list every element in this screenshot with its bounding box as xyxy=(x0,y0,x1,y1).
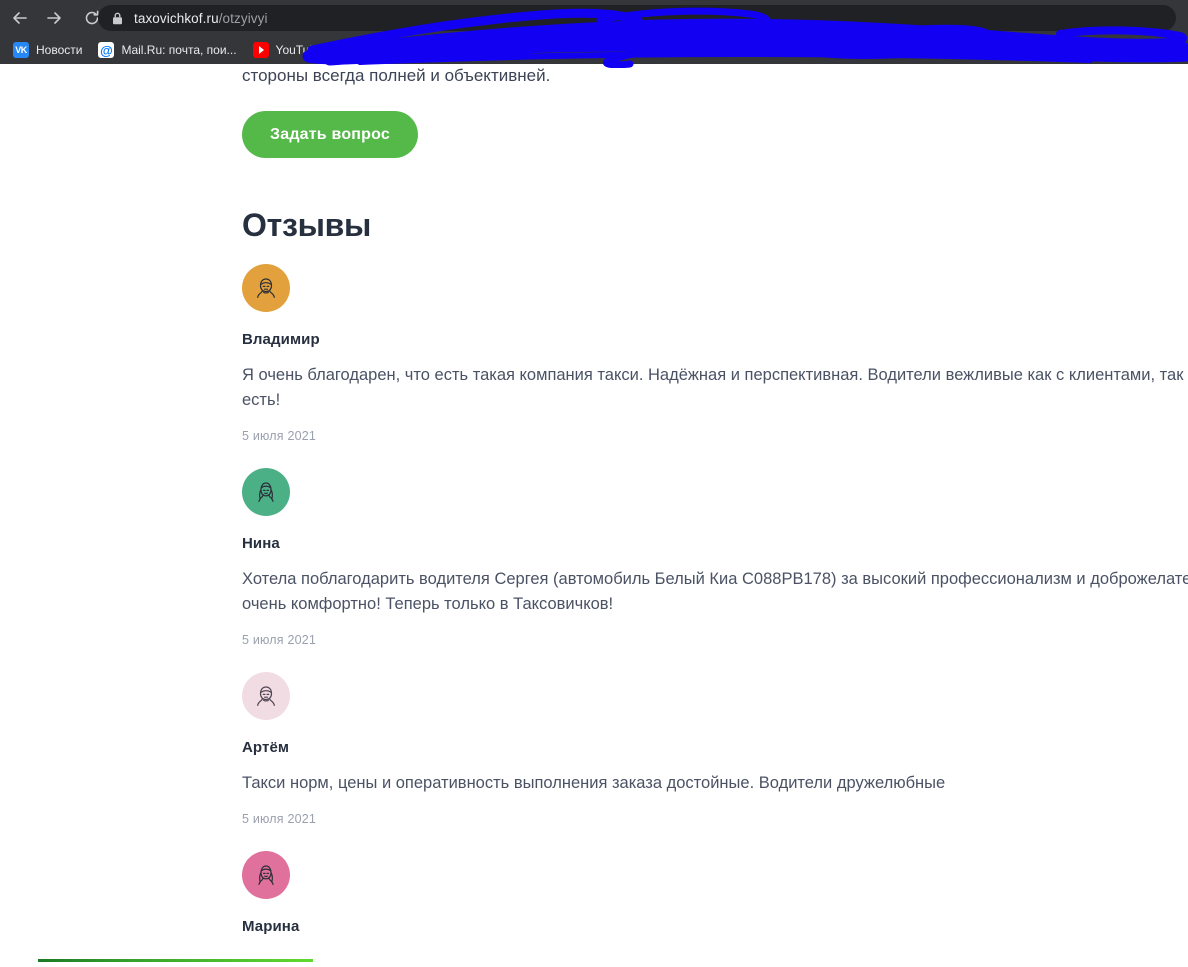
page-load-progress-bar xyxy=(38,959,313,962)
google-drive-icon xyxy=(1117,42,1134,58)
bookmark-novosti[interactable]: VK Новости xyxy=(6,39,89,61)
review-date: 5 июля 2021 xyxy=(242,633,317,647)
bookmarks-bar: VK Новости @ Mail.Ru: почта, пои... YouT… xyxy=(0,36,1188,64)
review-author: Нина xyxy=(242,535,280,552)
avatar xyxy=(242,264,290,312)
page-content: стороны всегда полней и объективней. Зад… xyxy=(0,64,1188,967)
url-domain: taxovichkof.ru xyxy=(134,10,219,26)
review-text: Хотела поблагодарить водителя Сергея (ав… xyxy=(242,570,1188,613)
avatar xyxy=(242,672,290,720)
page-title: Отзывы xyxy=(242,207,371,243)
male-face-icon xyxy=(257,278,275,298)
bookmark-label: Mail.Ru: почта, пои... xyxy=(121,43,237,57)
ask-question-button[interactable]: Задать вопрос xyxy=(242,111,418,158)
url-path: /otzyivyi xyxy=(218,10,268,26)
browser-toolbar: taxovichkof.ru/otzyivyi xyxy=(0,0,1188,36)
review-author: Владимир xyxy=(242,331,320,348)
review-item: Нина Хотела поблагодарить водителя Серге… xyxy=(242,468,1188,647)
bookmark-label: Новости xyxy=(36,43,83,57)
review-text: Такси норм, цены и оперативность выполне… xyxy=(242,774,946,792)
mail-ru-icon: @ xyxy=(98,42,115,58)
bookmark-youtube[interactable]: YouTube xyxy=(246,39,330,61)
avatar xyxy=(242,851,290,899)
bookmark-label: YouTube xyxy=(275,43,323,57)
review-date: 5 июля 2021 xyxy=(242,429,317,443)
avatar xyxy=(242,468,290,516)
review-author: Марина xyxy=(242,918,300,935)
review-item: Артём Такси норм, цены и оперативность в… xyxy=(242,672,1188,826)
bookmark-label: Мой ди xyxy=(1140,43,1181,57)
review-item: Марина xyxy=(242,851,1188,935)
forward-button[interactable] xyxy=(40,4,68,32)
lock-icon xyxy=(110,11,124,25)
browser-chrome: taxovichkof.ru/otzyivyi VK Новости @ Mai… xyxy=(0,0,1188,64)
back-button[interactable] xyxy=(6,4,34,32)
vk-icon: VK xyxy=(13,42,29,58)
intro-paragraph: стороны всегда полней и объективней. xyxy=(242,66,551,85)
bookmark-google-drive[interactable]: Мой ди xyxy=(1110,39,1188,61)
address-bar[interactable]: taxovichkof.ru/otzyivyi xyxy=(98,5,1176,31)
bookmark-mailru[interactable]: @ Mail.Ru: почта, пои... xyxy=(91,39,243,61)
youtube-icon xyxy=(252,42,269,58)
male-face-icon xyxy=(257,686,275,706)
reviews-list: Владимир Я очень благодарен, что есть та… xyxy=(242,264,1188,960)
review-author: Артём xyxy=(242,739,290,756)
url-text: taxovichkof.ru/otzyivyi xyxy=(134,11,268,26)
review-date: 5 июля 2021 xyxy=(242,812,317,826)
female-face-icon xyxy=(258,482,274,502)
female-face-icon xyxy=(258,865,274,885)
review-text: Я очень благодарен, что есть такая компа… xyxy=(242,366,1184,409)
review-item: Владимир Я очень благодарен, что есть та… xyxy=(242,264,1188,443)
